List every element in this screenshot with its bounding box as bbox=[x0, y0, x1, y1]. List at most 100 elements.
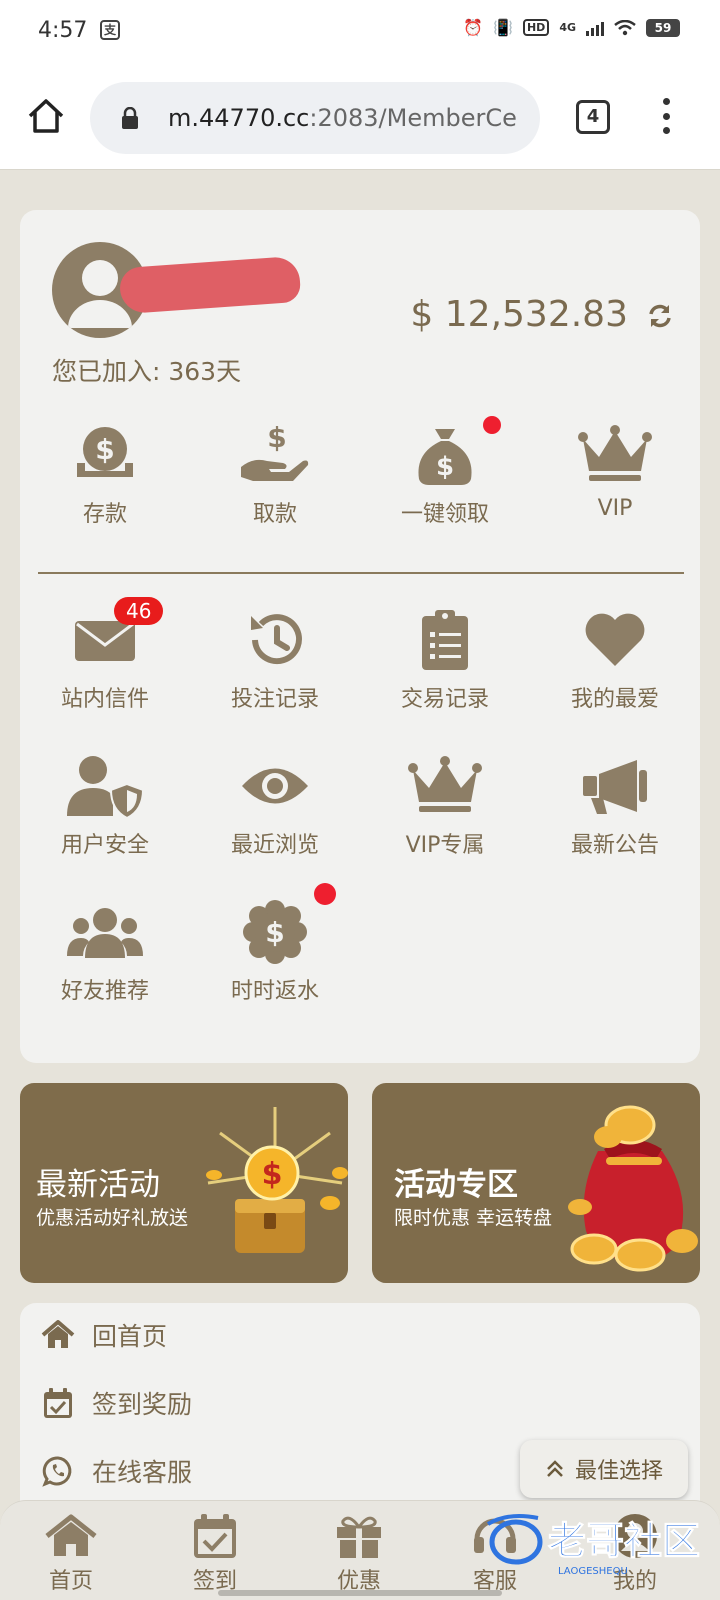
menu-vip-exclusive[interactable]: VIP专属 bbox=[360, 751, 530, 867]
svg-text:$: $ bbox=[265, 916, 284, 949]
browser-toolbar: m.44770.cc:2083/MemberCer 4 bbox=[0, 64, 720, 170]
menu-transactions[interactable]: 交易记录 bbox=[360, 605, 530, 721]
notification-dot bbox=[483, 416, 501, 434]
menu-rebate[interactable]: $ 时时返水 bbox=[190, 883, 360, 1013]
history-icon bbox=[235, 605, 315, 675]
svg-text:$: $ bbox=[267, 423, 286, 454]
svg-text:$: $ bbox=[95, 433, 114, 466]
join-days: 您已加入: 363天 bbox=[52, 357, 242, 386]
browser-menu-icon[interactable] bbox=[660, 98, 672, 134]
username-redacted bbox=[118, 255, 302, 315]
nav-checkin[interactable]: 签到 bbox=[160, 1511, 270, 1595]
clipboard-list-icon bbox=[405, 605, 485, 675]
chevron-double-up-icon bbox=[547, 1460, 563, 1477]
best-choice-label: 最佳选择 bbox=[574, 1459, 663, 1484]
link-label: 回首页 bbox=[92, 1322, 168, 1351]
address-bar[interactable]: m.44770.cc:2083/MemberCer bbox=[90, 82, 540, 154]
notification-icon: 支 bbox=[100, 20, 120, 40]
deposit-label: 存款 bbox=[82, 502, 127, 527]
menu-label: 用户安全 bbox=[60, 833, 149, 858]
promo-latest-activities[interactable]: 最新活动 优惠活动好礼放送 $ bbox=[20, 1083, 348, 1283]
withdraw-label: 取款 bbox=[252, 502, 297, 527]
status-time: 4:57 bbox=[38, 18, 88, 43]
notification-dot bbox=[314, 883, 336, 905]
alarm-icon: ⏰ bbox=[463, 18, 484, 37]
menu-security[interactable]: 用户安全 bbox=[20, 751, 190, 867]
menu-favorites[interactable]: 我的最爱 bbox=[530, 605, 700, 721]
menu-label: 站内信件 bbox=[60, 687, 149, 712]
link-customer-service[interactable]: 在线客服 bbox=[40, 1451, 192, 1491]
promo-title: 最新活动 bbox=[36, 1167, 160, 1203]
nav-home[interactable]: 首页 bbox=[16, 1511, 126, 1595]
balance: $ 12,532.83 bbox=[410, 294, 628, 335]
deposit-icon: $ bbox=[65, 420, 145, 490]
svg-text:$: $ bbox=[262, 1157, 283, 1192]
deposit-button[interactable]: $ 存款 bbox=[20, 420, 190, 540]
crown-icon bbox=[405, 751, 485, 821]
menu-recent[interactable]: 最近浏览 bbox=[190, 751, 360, 867]
money-bag-art-icon bbox=[568, 1105, 698, 1272]
member-card: 您已加入: 363天 $ 12,532.83 $ 存款 $ 取款 $ 一键领取 bbox=[20, 210, 700, 1063]
menu-label: VIP专属 bbox=[405, 833, 485, 858]
home-icon bbox=[43, 1511, 99, 1561]
url-host: m.44770.cc bbox=[168, 104, 310, 132]
watermark-logo: 老哥社区 LAOGESHEQU bbox=[486, 1514, 701, 1577]
vip-button[interactable]: VIP bbox=[530, 420, 700, 540]
watermark-text: 老哥社区 bbox=[548, 1519, 700, 1563]
menu-bet-history[interactable]: 投注记录 bbox=[190, 605, 360, 721]
tab-switcher-button[interactable]: 4 bbox=[576, 100, 610, 134]
calendar-check-icon bbox=[40, 1385, 76, 1421]
url-path: :2083/MemberCer bbox=[309, 104, 518, 132]
promo-activity-zone[interactable]: 活动专区 限时优惠 幸运转盘 bbox=[372, 1083, 700, 1283]
whatsapp-icon bbox=[40, 1453, 76, 1489]
vip-label: VIP bbox=[597, 496, 633, 521]
best-choice-button[interactable]: 最佳选择 bbox=[520, 1440, 688, 1498]
menu-label: 我的最爱 bbox=[570, 687, 659, 712]
link-checkin[interactable]: 签到奖励 bbox=[40, 1383, 192, 1423]
svg-text:$: $ bbox=[436, 452, 454, 482]
lock-icon bbox=[122, 107, 138, 129]
gesture-bar[interactable] bbox=[218, 1590, 502, 1596]
menu-label: 最新公告 bbox=[570, 833, 659, 858]
vibrate-icon: 📳 bbox=[493, 18, 513, 37]
battery-icon: 59 bbox=[646, 18, 680, 37]
link-home[interactable]: 回首页 bbox=[40, 1315, 167, 1355]
link-label: 在线客服 bbox=[92, 1458, 193, 1487]
menu-label: 投注记录 bbox=[230, 687, 319, 712]
member-menu-grid: 站内信件 46 投注记录 交易记录 我的最爱 用户安全 最近浏览 VIP专属 最… bbox=[20, 597, 700, 1013]
menu-announcements[interactable]: 最新公告 bbox=[530, 751, 700, 867]
crown-icon bbox=[575, 420, 655, 490]
signal-icon bbox=[586, 20, 604, 36]
menu-label: 最近浏览 bbox=[230, 833, 319, 858]
claim-all-button[interactable]: $ 一键领取 bbox=[360, 416, 530, 540]
menu-label: 交易记录 bbox=[400, 687, 489, 712]
quick-actions: $ 存款 $ 取款 $ 一键领取 VIP bbox=[20, 416, 700, 540]
menu-inbox[interactable]: 站内信件 46 bbox=[20, 597, 190, 721]
unread-badge: 46 bbox=[114, 597, 164, 625]
claim-all-label: 一键领取 bbox=[400, 502, 489, 527]
link-label: 签到奖励 bbox=[92, 1390, 193, 1419]
calendar-check-icon bbox=[187, 1511, 243, 1561]
status-icons: ⏰ 📳 HD 4G 59 bbox=[463, 18, 680, 37]
menu-label: 时时返水 bbox=[230, 979, 319, 1004]
money-bag-icon: $ bbox=[405, 420, 485, 490]
status-bar: 4:57 支 ⏰ 📳 HD 4G 59 bbox=[0, 0, 720, 64]
home-icon bbox=[40, 1317, 76, 1353]
promo-title: 活动专区 bbox=[394, 1167, 518, 1203]
heart-icon bbox=[575, 605, 655, 675]
nav-promotions[interactable]: 优惠 bbox=[304, 1511, 414, 1595]
wifi-icon bbox=[614, 19, 636, 35]
network-label: 4G bbox=[559, 21, 576, 34]
refresh-icon[interactable] bbox=[646, 302, 674, 330]
url-text: m.44770.cc:2083/MemberCer bbox=[168, 104, 518, 132]
withdraw-button[interactable]: $ 取款 bbox=[190, 420, 360, 540]
promo-subtitle: 限时优惠 幸运转盘 bbox=[394, 1207, 553, 1229]
eye-icon bbox=[235, 751, 315, 821]
withdraw-icon: $ bbox=[235, 420, 315, 490]
user-shield-icon bbox=[65, 751, 145, 821]
hd-icon: HD bbox=[522, 19, 550, 36]
browser-home-icon[interactable] bbox=[26, 96, 66, 136]
menu-referral[interactable]: 好友推荐 bbox=[20, 897, 190, 1013]
promo-subtitle: 优惠活动好礼放送 bbox=[36, 1207, 189, 1229]
megaphone-icon bbox=[575, 751, 655, 821]
